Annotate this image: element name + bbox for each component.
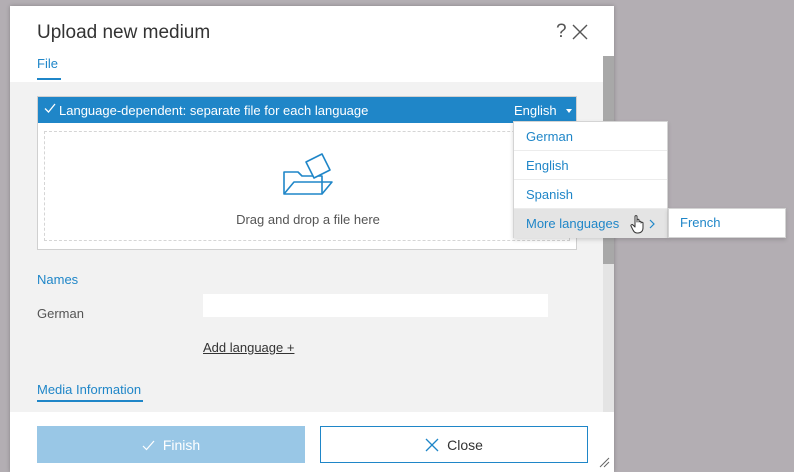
tab-file-underline bbox=[37, 78, 61, 80]
names-heading: Names bbox=[37, 272, 79, 287]
language-dependent-bar[interactable]: Language-dependent: separate file for ea… bbox=[38, 97, 576, 123]
dropdown-item-more-languages[interactable]: More languages bbox=[514, 209, 667, 238]
caret-down-icon[interactable] bbox=[566, 109, 572, 113]
help-icon[interactable]: ? bbox=[556, 22, 567, 42]
german-name-input[interactable] bbox=[203, 294, 548, 317]
add-language-link[interactable]: Add language + bbox=[203, 340, 294, 355]
language-dropdown: German English Spanish More languages bbox=[513, 121, 668, 238]
open-folder-icon bbox=[283, 153, 333, 195]
dropdown-item-english[interactable]: English bbox=[514, 151, 667, 180]
more-languages-submenu: French bbox=[668, 208, 786, 238]
drop-zone-text: Drag and drop a file here bbox=[236, 212, 380, 227]
dropdown-item-spanish[interactable]: Spanish bbox=[514, 180, 667, 209]
tab-media-information-underline bbox=[37, 400, 143, 402]
tab-file[interactable]: File bbox=[37, 56, 58, 71]
finish-button-label: Finish bbox=[162, 436, 201, 453]
finish-button[interactable]: Finish bbox=[37, 426, 305, 463]
file-drop-zone[interactable]: Drag and drop a file here bbox=[44, 131, 570, 241]
hand-cursor-icon bbox=[630, 215, 644, 234]
close-button[interactable]: Close bbox=[320, 426, 588, 463]
submenu-item-french[interactable]: French bbox=[669, 209, 785, 237]
check-icon bbox=[142, 440, 155, 450]
close-button-label: Close bbox=[447, 436, 483, 453]
tab-media-information[interactable]: Media Information bbox=[37, 382, 141, 397]
file-panel: Language-dependent: separate file for ea… bbox=[37, 96, 577, 250]
chevron-right-icon bbox=[649, 219, 655, 229]
dropdown-item-german[interactable]: German bbox=[514, 122, 667, 151]
upload-dialog: Upload new medium ? File Language-depend… bbox=[10, 6, 614, 472]
check-icon bbox=[44, 103, 56, 113]
close-icon[interactable] bbox=[570, 22, 590, 42]
language-select[interactable]: English bbox=[514, 103, 557, 118]
language-dependent-label: Language-dependent: separate file for ea… bbox=[59, 103, 369, 118]
dialog-title: Upload new medium bbox=[37, 22, 211, 43]
resize-grip-icon[interactable] bbox=[598, 456, 610, 468]
name-language-label: German bbox=[37, 306, 84, 321]
close-icon bbox=[425, 438, 439, 451]
more-languages-label: More languages bbox=[526, 216, 620, 231]
